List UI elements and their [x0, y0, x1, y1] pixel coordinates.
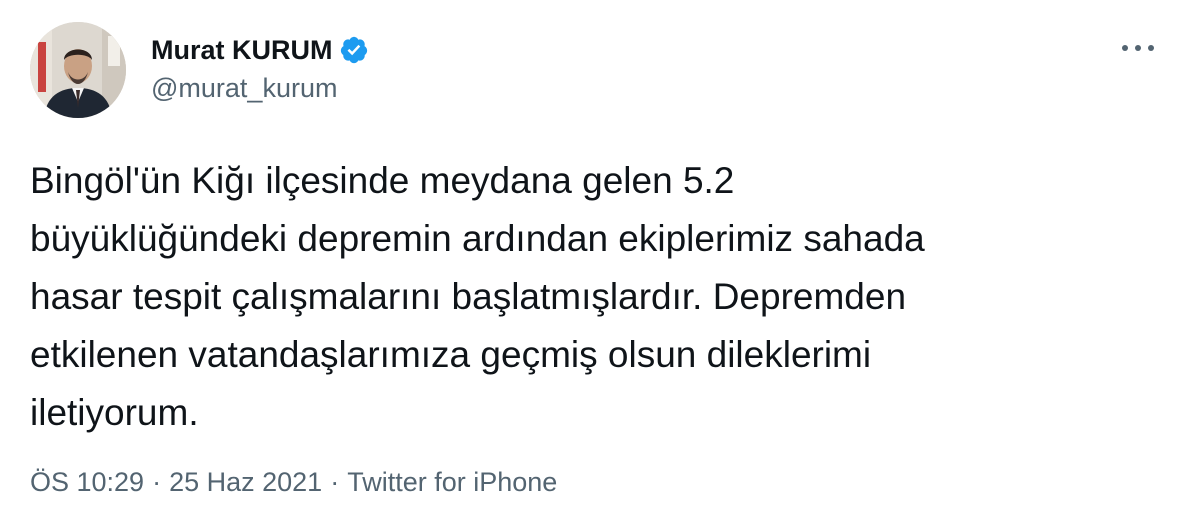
avatar[interactable] — [30, 22, 126, 118]
handle[interactable]: @murat_kurum — [151, 70, 369, 106]
verified-badge-icon — [339, 35, 369, 65]
tweet-meta: ÖS 10:29 · 25 Haz 2021 · Twitter for iPh… — [30, 462, 557, 502]
tweet-source[interactable]: Twitter for iPhone — [347, 462, 557, 502]
more-options-icon[interactable] — [1118, 36, 1158, 60]
meta-separator: · — [330, 467, 340, 497]
tweet-card: Murat KURUM @murat_kurum Bingöl'ün Kiğı … — [0, 0, 1198, 524]
tweet-text: Bingöl'ün Kiğı ilçesinde meydana gelen 5… — [30, 160, 925, 433]
tweet-header: Murat KURUM @murat_kurum — [30, 22, 1168, 120]
display-name[interactable]: Murat KURUM — [151, 32, 333, 68]
meta-separator: · — [152, 467, 162, 497]
tweet-date[interactable]: 25 Haz 2021 — [169, 462, 322, 502]
display-name-row: Murat KURUM — [151, 32, 369, 68]
avatar-image — [30, 22, 126, 118]
tweet-time[interactable]: ÖS 10:29 — [30, 462, 144, 502]
author-names: Murat KURUM @murat_kurum — [151, 32, 369, 106]
